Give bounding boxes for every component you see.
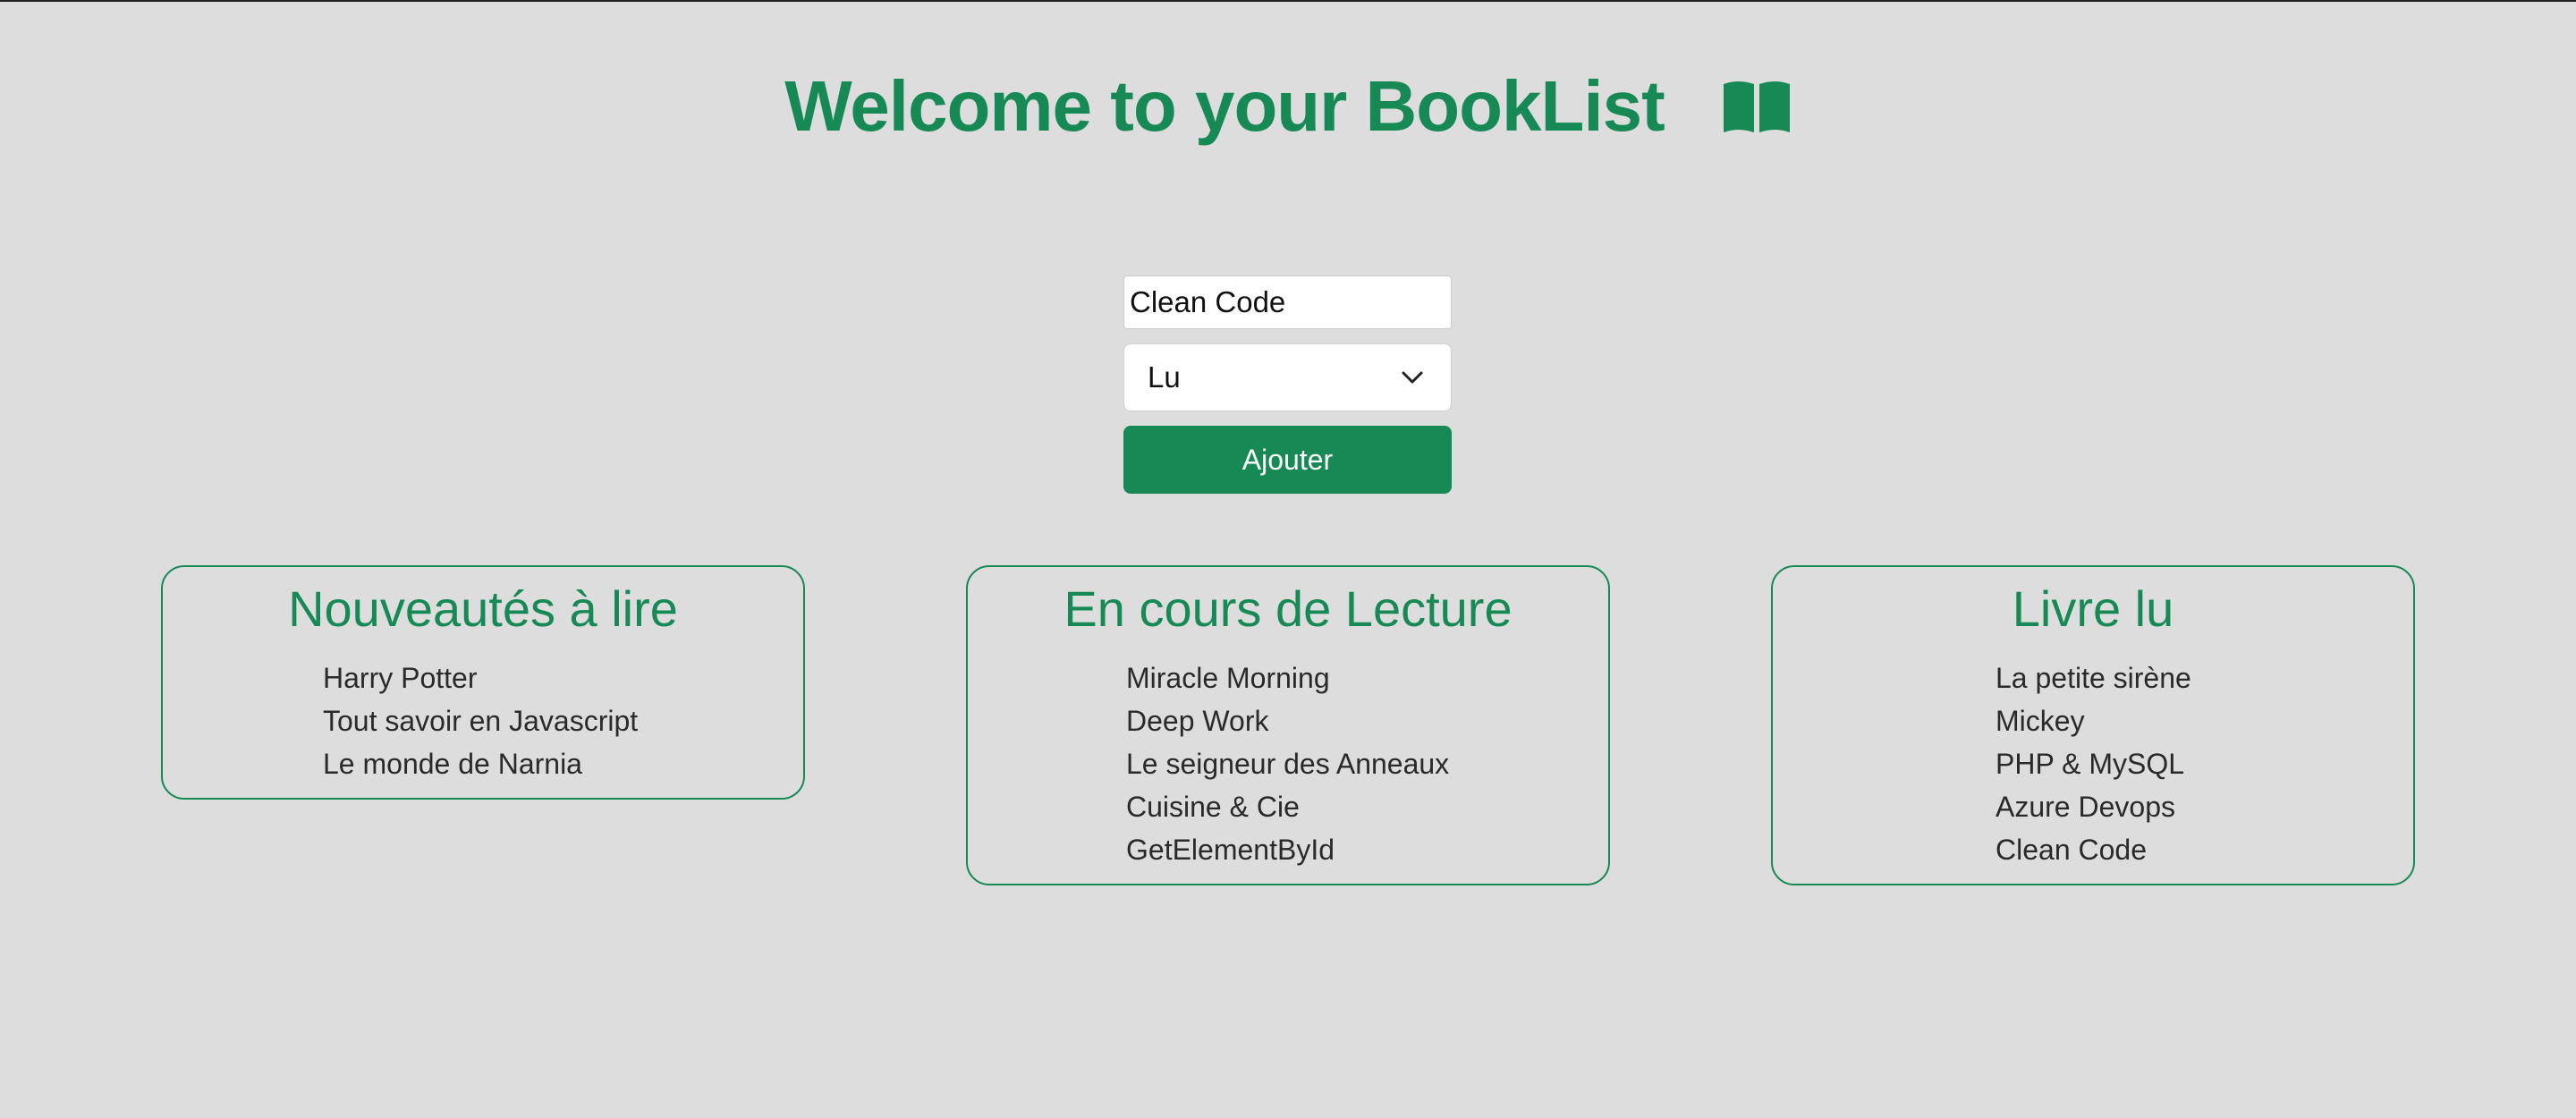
list-item: Harry Potter: [323, 662, 478, 694]
page-title: Welcome to your BookList: [784, 66, 1665, 146]
list-item: Azure Devops: [1996, 791, 2175, 823]
read-books-panel: Livre lu La petite sirène Mickey PHP & M…: [1771, 565, 2415, 885]
page-header: Welcome to your BookList: [0, 57, 2576, 156]
open-book-icon: [1722, 79, 1792, 134]
add-book-form: Lu Ajouter: [1123, 275, 1452, 494]
list-item: Le seigneur des Anneaux: [1126, 748, 1450, 780]
list-item: Mickey: [1996, 705, 2085, 737]
list-item: Miracle Morning: [1126, 662, 1330, 694]
status-select-value: Lu: [1148, 360, 1181, 394]
list-item: Le monde de Narnia: [323, 748, 582, 780]
list-item: Cuisine & Cie: [1126, 791, 1300, 823]
panel-title-read: Livre lu: [2012, 580, 2174, 637]
new-books-panel: Nouveautés à lire Harry Potter Tout savo…: [161, 565, 805, 800]
reading-books-panel: En cours de Lecture Miracle Morning Deep…: [966, 565, 1610, 885]
list-item: Deep Work: [1126, 705, 1269, 737]
list-item: Clean Code: [1996, 834, 2147, 866]
book-title-input[interactable]: [1123, 275, 1452, 329]
panel-title-reading: En cours de Lecture: [1063, 580, 1513, 637]
panel-title-new: Nouveautés à lire: [288, 580, 678, 637]
list-item: La petite sirène: [1996, 662, 2191, 694]
chevron-down-icon: [1402, 371, 1423, 384]
new-books-list: Harry Potter Tout savoir en Javascript L…: [163, 656, 803, 785]
list-item: GetElementById: [1126, 834, 1335, 866]
add-button[interactable]: Ajouter: [1123, 426, 1452, 494]
list-item: Tout savoir en Javascript: [323, 705, 639, 737]
status-select[interactable]: Lu: [1123, 343, 1452, 411]
read-books-list: La petite sirène Mickey PHP & MySQL Azur…: [1773, 656, 2413, 871]
reading-books-list: Miracle Morning Deep Work Le seigneur de…: [968, 656, 1608, 871]
list-item: PHP & MySQL: [1996, 748, 2185, 780]
